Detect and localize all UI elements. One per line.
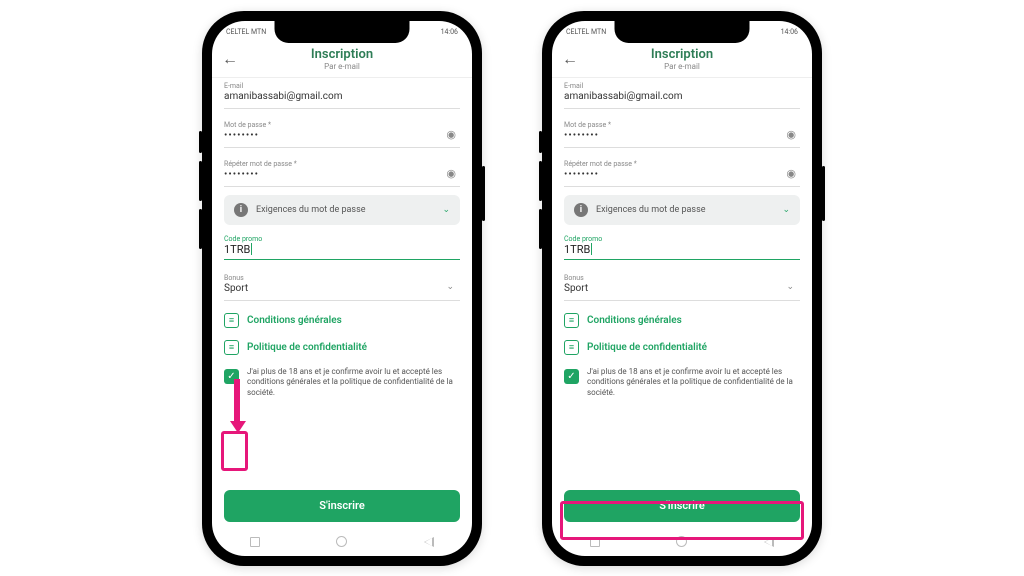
terms-link[interactable]: ≡ Conditions générales (564, 313, 800, 328)
terms-link[interactable]: ≡ Conditions générales (224, 313, 460, 328)
email-label: E-mail (224, 82, 460, 90)
home-icon[interactable] (336, 536, 347, 547)
password-field[interactable]: Mot de passe * •••••••• ◉ (564, 117, 800, 148)
signup-button[interactable]: S'inscrire (564, 490, 800, 522)
email-value: amanibassabi@gmail.com (224, 91, 460, 102)
page-subtitle: Par e-mail (562, 62, 802, 71)
consent-row: ✓ J'ai plus de 18 ans et je confirme avo… (224, 367, 460, 399)
consent-checkbox[interactable]: ✓ (224, 369, 239, 384)
clock-label: 14:06 (441, 28, 458, 36)
eye-icon[interactable]: ◉ (786, 167, 796, 180)
back-icon[interactable] (424, 537, 434, 547)
promo-code-field[interactable]: Code promo 1TRB (564, 235, 800, 260)
notch (615, 21, 750, 43)
app-header: ← Inscription Par e-mail (212, 43, 472, 78)
signup-button[interactable]: S'inscrire (224, 490, 460, 522)
recent-apps-icon[interactable] (590, 537, 600, 547)
android-nav-bar (212, 528, 472, 556)
eye-icon[interactable]: ◉ (786, 128, 796, 141)
repeat-password-field[interactable]: Répéter mot de passe * •••••••• ◉ (564, 156, 800, 187)
phone-right: CELTEL MTN 14:06 ← Inscription Par e-mai… (542, 11, 822, 566)
info-icon: i (234, 203, 248, 217)
bonus-select[interactable]: Bonus Sport ⌄ (224, 270, 460, 301)
repeat-password-field[interactable]: Répéter mot de passe * •••••••• ◉ (224, 156, 460, 187)
page-title: Inscription (562, 47, 802, 62)
home-icon[interactable] (676, 536, 687, 547)
promo-code-field[interactable]: Code promo 1TRB (224, 235, 460, 260)
document-icon: ≡ (224, 340, 239, 355)
page-subtitle: Par e-mail (222, 62, 462, 71)
notch (275, 21, 410, 43)
back-icon[interactable] (764, 537, 774, 547)
privacy-label: Politique de confidentialité (247, 342, 367, 353)
chevron-down-icon: ⌄ (782, 205, 790, 215)
terms-label: Conditions générales (247, 315, 342, 326)
consent-checkbox[interactable]: ✓ (564, 369, 579, 384)
eye-icon[interactable]: ◉ (446, 128, 456, 141)
bonus-value: Sport (224, 283, 460, 294)
email-field[interactable]: E-mail amanibassabi@gmail.com (564, 78, 800, 109)
promo-value: 1TRB (224, 243, 250, 256)
password-label: Mot de passe * (224, 121, 460, 129)
privacy-link[interactable]: ≡ Politique de confidentialité (224, 340, 460, 355)
info-icon: i (574, 203, 588, 217)
requirements-label: Exigences du mot de passe (256, 205, 366, 215)
promo-label: Code promo (224, 235, 460, 243)
page-title: Inscription (222, 47, 462, 62)
password-requirements-toggle[interactable]: i Exigences du mot de passe ⌄ (224, 195, 460, 225)
repeat-label: Répéter mot de passe * (224, 160, 460, 168)
chevron-down-icon: ⌄ (446, 282, 454, 292)
carrier-label: CELTEL MTN (226, 28, 266, 36)
consent-row: ✓ J'ai plus de 18 ans et je confirme avo… (564, 367, 800, 399)
recent-apps-icon[interactable] (250, 537, 260, 547)
privacy-link[interactable]: ≡ Politique de confidentialité (564, 340, 800, 355)
chevron-down-icon: ⌄ (786, 282, 794, 292)
clock-label: 14:06 (781, 28, 798, 36)
app-header: ← Inscription Par e-mail (552, 43, 812, 78)
bonus-label: Bonus (224, 274, 460, 282)
password-field[interactable]: Mot de passe * •••••••• ◉ (224, 117, 460, 148)
document-icon: ≡ (564, 313, 579, 328)
email-field[interactable]: E-mail amanibassabi@gmail.com (224, 78, 460, 109)
bonus-select[interactable]: Bonus Sport ⌄ (564, 270, 800, 301)
repeat-value: •••••••• (224, 169, 460, 180)
password-value: •••••••• (224, 130, 460, 141)
carrier-label: CELTEL MTN (566, 28, 606, 36)
eye-icon[interactable]: ◉ (446, 167, 456, 180)
password-requirements-toggle[interactable]: i Exigences du mot de passe ⌄ (564, 195, 800, 225)
consent-text: J'ai plus de 18 ans et je confirme avoir… (247, 367, 460, 399)
chevron-down-icon: ⌄ (442, 205, 450, 215)
document-icon: ≡ (224, 313, 239, 328)
text-cursor (251, 243, 252, 255)
android-nav-bar (552, 528, 812, 556)
document-icon: ≡ (564, 340, 579, 355)
phone-left: CELTEL MTN 14:06 ← Inscription Par e-mai… (202, 11, 482, 566)
